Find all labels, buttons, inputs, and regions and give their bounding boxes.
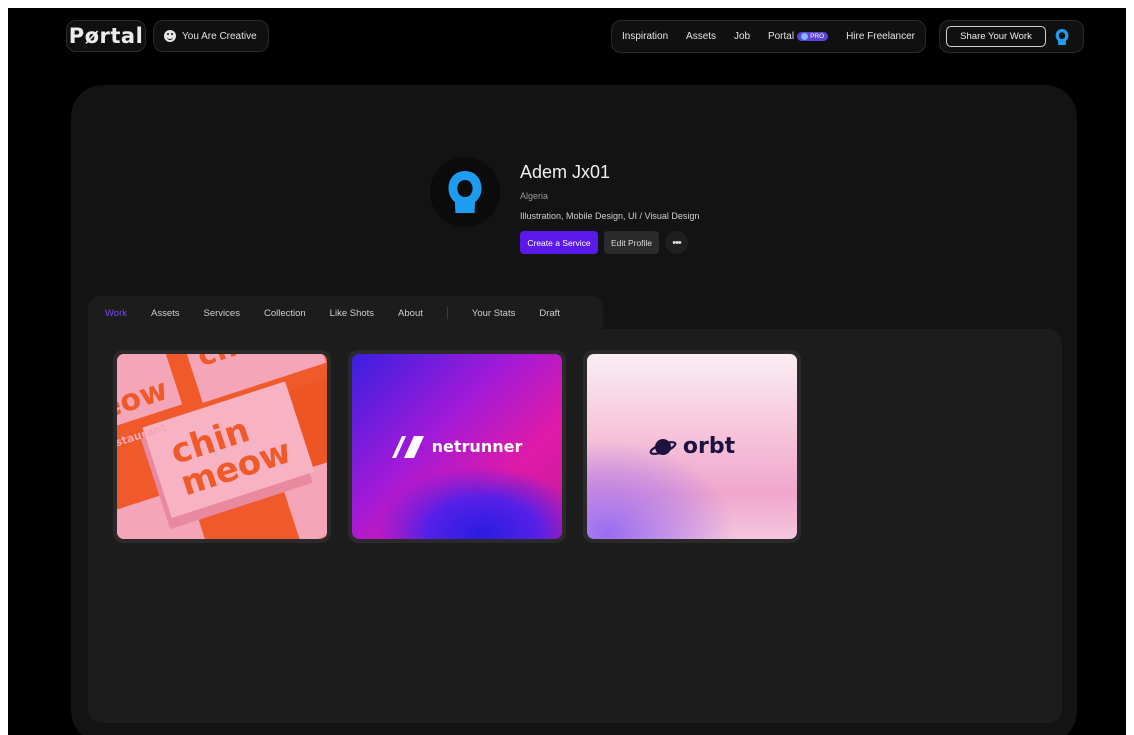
smile-icon <box>164 30 176 42</box>
create-service-button[interactable]: Create a Service <box>520 231 598 254</box>
nav-portal[interactable]: Portal PRO <box>767 31 829 42</box>
nav-portal-label: Portal <box>767 31 795 42</box>
share-your-work-button[interactable]: Share Your Work <box>946 26 1046 47</box>
user-silhouette-icon <box>1055 28 1069 45</box>
user-silhouette-icon <box>448 171 482 213</box>
tab-collection[interactable]: Collection <box>264 308 306 319</box>
tab-work[interactable]: Work <box>105 308 127 319</box>
shot-thumbnail: orbt <box>587 354 797 539</box>
profile-location: Algeria <box>520 191 549 201</box>
tab-your-stats[interactable]: Your Stats <box>472 308 515 319</box>
user-menu-avatar[interactable] <box>1054 28 1070 45</box>
tab-like-shots[interactable]: Like Shots <box>330 308 374 319</box>
tab-about[interactable]: About <box>398 308 423 319</box>
shot-thumbnail: netrunner <box>352 354 562 539</box>
tab-services[interactable]: Services <box>204 308 240 319</box>
logo[interactable]: Pørtal <box>66 20 146 52</box>
motto-pill[interactable]: You Are Creative <box>153 20 269 52</box>
nav-job[interactable]: Job <box>734 31 750 42</box>
main-nav: Inspiration Assets Job Portal PRO Hire Fr… <box>611 20 926 53</box>
nav-assets[interactable]: Assets <box>686 31 716 42</box>
shot-card-orbt[interactable]: orbt <box>583 350 801 543</box>
profile-avatar[interactable] <box>430 157 500 227</box>
shot-card-netrunner[interactable]: netrunner <box>348 350 566 543</box>
netrunner-logo: netrunner <box>352 354 562 539</box>
orbt-wordmark: orbt <box>682 434 736 459</box>
logo-text: Pørtal <box>68 24 144 48</box>
netrunner-wordmark: netrunner <box>431 437 523 456</box>
planet-icon <box>649 438 677 455</box>
more-icon[interactable]: ••• <box>665 231 688 254</box>
pro-star-icon <box>801 32 809 40</box>
shot-thumbnail: chin meow meow chin asian restaurant <box>117 354 327 539</box>
profile-skills: Illustration, Mobile Design, UI / Visual… <box>520 211 700 221</box>
app-screen: Pørtal You Are Creative Inspiration Asse… <box>8 8 1126 735</box>
profile-name: Adem Jx01 <box>520 162 611 182</box>
chin-meow-artwork: chin meow meow chin asian restaurant <box>117 354 327 539</box>
orbt-logo: orbt <box>587 354 797 539</box>
shot-card-chin-meow[interactable]: chin meow meow chin asian restaurant <box>113 350 331 543</box>
share-pill: Share Your Work <box>939 20 1084 53</box>
pro-badge: PRO <box>797 31 829 41</box>
tab-assets[interactable]: Assets <box>151 308 180 319</box>
tab-draft[interactable]: Draft <box>539 308 560 319</box>
edit-profile-button[interactable]: Edit Profile <box>604 231 659 254</box>
motto-text: You Are Creative <box>182 30 257 42</box>
nav-hire-freelancer[interactable]: Hire Freelancer <box>846 31 915 42</box>
tab-divider <box>446 307 448 319</box>
pro-badge-label: PRO <box>810 32 825 40</box>
netrunner-mark-icon <box>391 435 424 458</box>
profile-tabs: Work Assets Services Collection Like Sho… <box>88 296 603 330</box>
nav-inspiration[interactable]: Inspiration <box>622 31 668 42</box>
